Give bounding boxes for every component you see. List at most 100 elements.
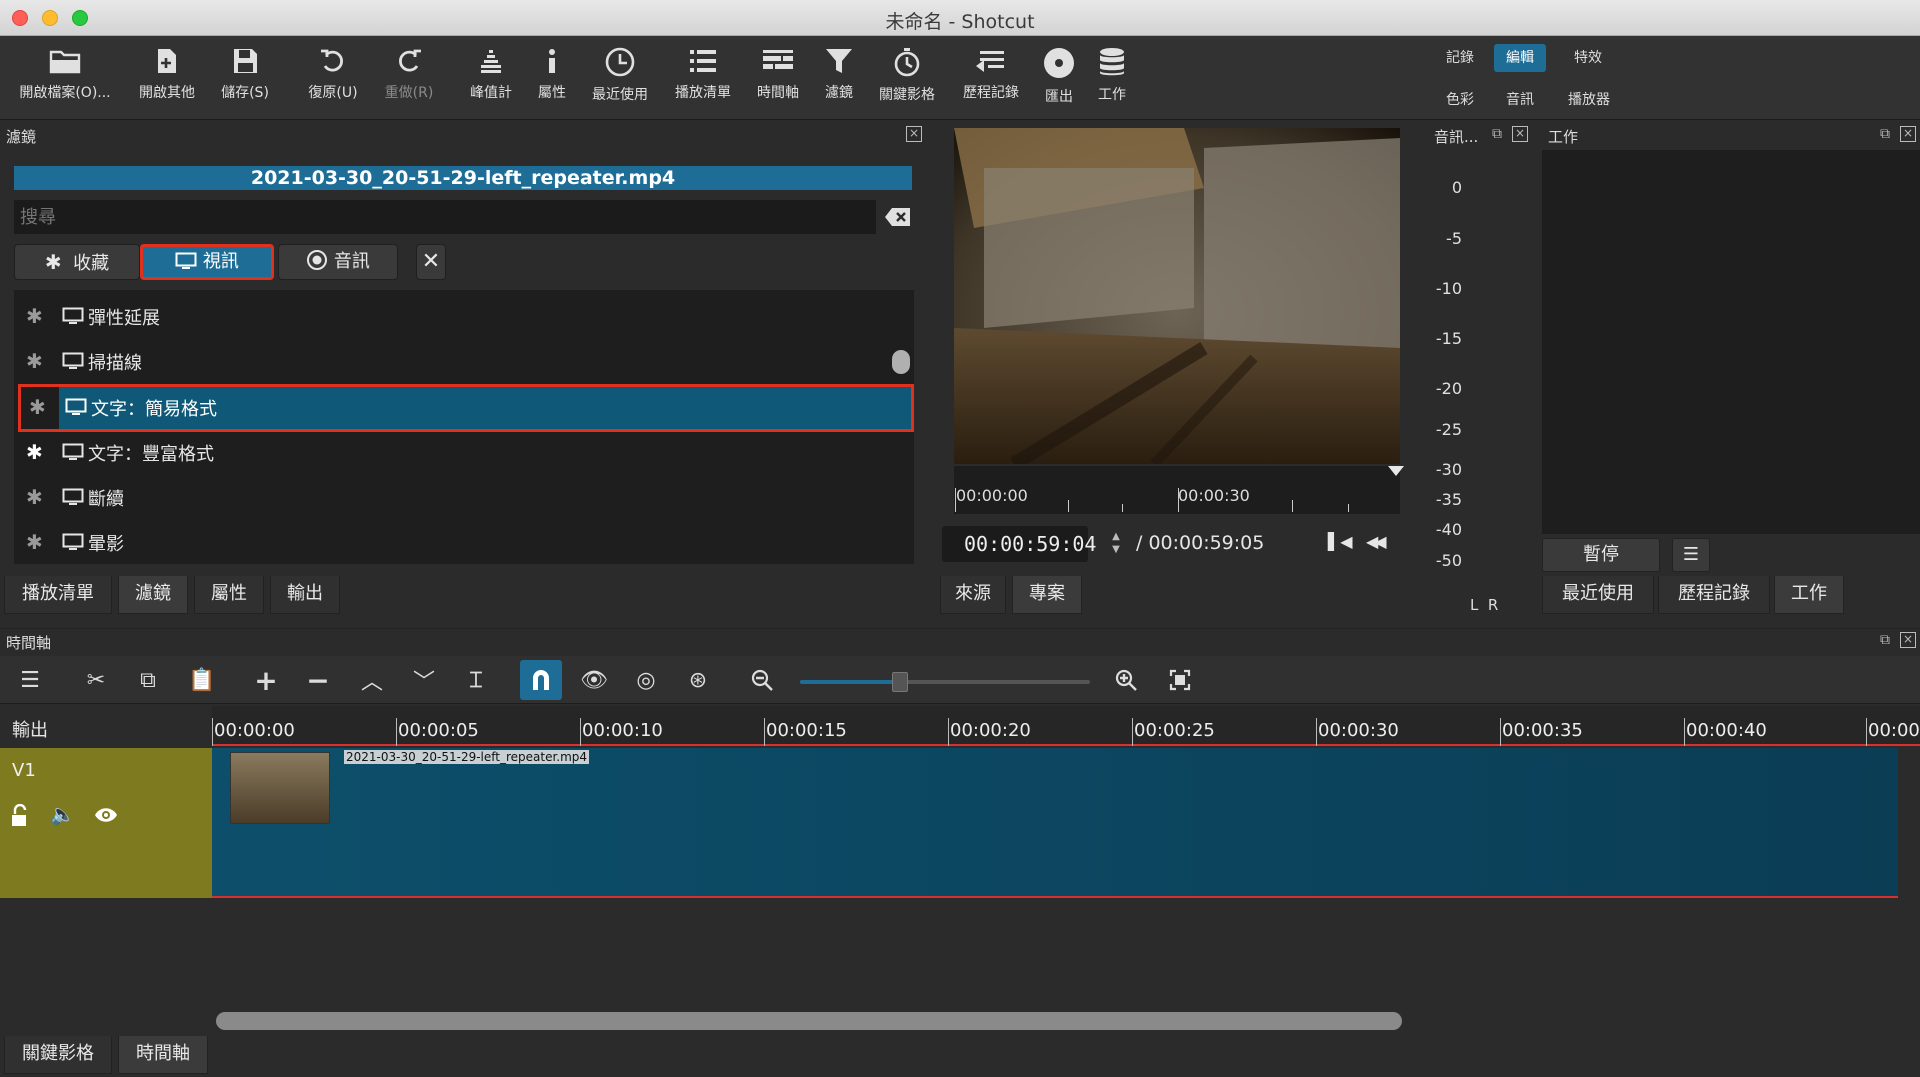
star-icon[interactable]: ✱	[26, 530, 43, 554]
export-button[interactable]: 匯出	[1034, 42, 1084, 116]
filters-button[interactable]: 濾鏡	[812, 42, 866, 116]
paste-icon[interactable]: 📋	[186, 664, 218, 696]
lift-icon[interactable]: ︿	[356, 664, 388, 696]
rewind-icon[interactable]: ◀◀	[1366, 532, 1387, 551]
tab-properties[interactable]: 屬性	[194, 576, 264, 614]
timeline-button[interactable]: 時間軸	[748, 42, 808, 116]
tab-project[interactable]: 專案	[1012, 576, 1082, 614]
timeline-horizontal-scrollbar[interactable]	[216, 1012, 1402, 1030]
list-item[interactable]: ✱ 斷續	[14, 475, 916, 519]
skip-to-start-icon[interactable]: ▌◀	[1328, 532, 1353, 551]
tab-keyframes[interactable]: 關鍵影格	[4, 1036, 112, 1074]
monitor-icon	[65, 398, 87, 415]
star-icon[interactable]: ✱	[26, 349, 43, 373]
tab-playlist[interactable]: 播放清單	[4, 576, 112, 614]
layout-logging[interactable]: 記錄	[1434, 44, 1486, 72]
clear-search-icon[interactable]	[884, 206, 914, 228]
tab-filters[interactable]: 濾鏡	[118, 576, 188, 614]
layout-player[interactable]: 播放器	[1558, 86, 1620, 114]
timeline-menu-icon[interactable]: ☰	[14, 664, 46, 696]
copy-icon[interactable]: ⧉	[132, 664, 164, 696]
timeline-clip[interactable]: 2021-03-30_20-51-29-left_repeater.mp4	[212, 748, 1898, 898]
save-button[interactable]: 儲存(S)	[212, 42, 278, 116]
close-filter-icon[interactable]: ✕	[416, 244, 446, 280]
filter-search-input[interactable]	[14, 200, 876, 234]
redo-button[interactable]: 重做(R)	[374, 42, 444, 116]
timeline-panel-title: 時間軸	[6, 634, 52, 652]
file-plus-icon	[158, 49, 176, 73]
star-icon[interactable]: ✱	[26, 485, 43, 509]
layout-editing[interactable]: 編輯	[1494, 44, 1546, 72]
playhead-marker-icon[interactable]	[1388, 466, 1404, 476]
ripple-icon[interactable]: ◎	[630, 664, 662, 696]
video-segment[interactable]: 視訊	[140, 244, 274, 280]
remove-icon[interactable]: −	[302, 664, 334, 697]
timecode-field[interactable]: 00:00:59:04	[942, 526, 1096, 562]
list-item-selected[interactable]: ✱ 文字：簡易格式	[18, 384, 914, 432]
list-item[interactable]: ✱ 掃描線	[14, 339, 916, 383]
keyframes-button[interactable]: 關鍵影格	[872, 42, 942, 116]
zoom-out-icon[interactable]	[746, 664, 778, 696]
open-file-button[interactable]: 開啟檔案(O)...	[10, 42, 120, 116]
eye-icon[interactable]	[94, 806, 118, 828]
float-panel-icon[interactable]: ⧉	[1880, 632, 1890, 648]
list-icon	[690, 50, 716, 72]
layout-color[interactable]: 色彩	[1434, 86, 1486, 114]
append-icon[interactable]: +	[250, 664, 282, 697]
peak-meter-button[interactable]: 峰值計	[462, 42, 520, 116]
scrub-eye-icon[interactable]: 👁	[578, 664, 610, 696]
tab-jobs[interactable]: 工作	[1774, 576, 1844, 614]
layout-fx[interactable]: 特效	[1562, 44, 1614, 72]
lock-icon[interactable]	[10, 803, 32, 832]
snap-magnet-icon[interactable]	[520, 660, 562, 700]
history-button[interactable]: 歷程記錄	[955, 42, 1027, 116]
properties-button[interactable]: 屬性	[526, 42, 578, 116]
close-panel-icon[interactable]: ×	[906, 126, 922, 142]
float-panel-icon[interactable]: ⧉	[1492, 126, 1502, 142]
star-icon[interactable]: ✱	[29, 395, 46, 419]
favorites-segment[interactable]: ✱ 收藏	[14, 244, 140, 280]
overwrite-icon[interactable]: ﹀	[408, 664, 440, 696]
mute-speaker-icon[interactable]: 🔈	[50, 802, 75, 826]
filter-list-scrollbar[interactable]	[892, 350, 910, 374]
track-header-v1[interactable]: V1 🔈	[0, 748, 212, 898]
zoom-slider-handle[interactable]	[892, 672, 908, 692]
cut-icon[interactable]: ✂	[80, 664, 112, 696]
zoom-in-icon[interactable]	[1110, 664, 1142, 696]
tab-source[interactable]: 來源	[940, 576, 1006, 614]
undo-button[interactable]: 復原(U)	[298, 42, 368, 116]
tab-export[interactable]: 輸出	[270, 576, 340, 614]
tab-recent[interactable]: 最近使用	[1542, 576, 1654, 614]
window-title: 未命名 - Shotcut	[885, 11, 1035, 33]
clip-label: 2021-03-30_20-51-29-left_repeater.mp4	[344, 750, 590, 764]
audio-segment[interactable]: 音訊	[278, 244, 398, 280]
video-preview[interactable]	[954, 128, 1400, 464]
redo-icon	[399, 49, 421, 72]
star-icon[interactable]: ✱	[26, 440, 43, 464]
split-icon[interactable]: ⌶	[460, 664, 492, 696]
zoom-fit-icon[interactable]	[1164, 664, 1196, 696]
tab-history[interactable]: 歷程記錄	[1658, 576, 1770, 614]
tab-timeline[interactable]: 時間軸	[118, 1036, 208, 1074]
close-panel-icon[interactable]: ×	[1900, 632, 1916, 648]
disc-icon	[1044, 48, 1074, 78]
open-other-button[interactable]: 開啟其他	[128, 42, 206, 116]
float-panel-icon[interactable]: ⧉	[1880, 126, 1890, 142]
star-icon[interactable]: ✱	[26, 304, 43, 328]
close-panel-icon[interactable]: ×	[1512, 126, 1528, 142]
recent-button[interactable]: 最近使用	[586, 42, 654, 116]
layout-audio[interactable]: 音訊	[1494, 86, 1546, 114]
list-item[interactable]: ✱ 暈影	[14, 520, 916, 564]
list-item[interactable]: ✱ 文字：豐富格式	[14, 430, 916, 474]
ripple-all-icon[interactable]: ⊛	[682, 664, 714, 696]
zoom-slider[interactable]	[800, 680, 1090, 684]
pause-jobs-button[interactable]: 暫停	[1542, 538, 1660, 572]
close-panel-icon[interactable]: ×	[1900, 126, 1916, 142]
monitor-icon	[62, 307, 84, 324]
list-item[interactable]: ✱ 彈性延展	[14, 294, 916, 338]
floppy-disk-icon	[234, 49, 257, 73]
timecode-stepper[interactable]: ▲ ▼	[1108, 530, 1124, 558]
jobs-menu-button[interactable]: ☰	[1672, 538, 1710, 572]
jobs-button[interactable]: 工作	[1088, 42, 1136, 116]
playlist-button[interactable]: 播放清單	[668, 42, 738, 116]
